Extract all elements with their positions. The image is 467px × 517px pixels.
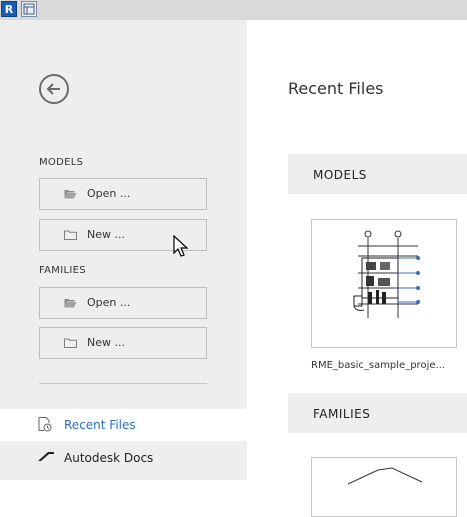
nav-recent-files[interactable]: Recent Files xyxy=(0,409,247,441)
main-content: Recent Files MODELS RME_basic_sample_pro… xyxy=(247,20,467,517)
families-section-label: FAMILIES xyxy=(39,265,86,276)
families-open-button[interactable]: Open ... xyxy=(39,287,207,319)
nav-autodesk-docs[interactable]: Autodesk Docs xyxy=(0,442,247,474)
nav-recent-files-label: Recent Files xyxy=(64,418,136,432)
page-title: Recent Files xyxy=(288,79,384,98)
revit-logo-icon[interactable]: R xyxy=(1,1,17,17)
families-header: FAMILIES xyxy=(288,393,467,433)
sidebar: MODELS Open ... New ... FAMILIES Open ..… xyxy=(0,20,247,480)
family-preview-image xyxy=(347,467,423,485)
models-header: MODELS xyxy=(288,154,467,194)
families-new-button[interactable]: New ... xyxy=(39,327,207,359)
recent-model-caption[interactable]: RME_basic_sample_proje... xyxy=(311,360,445,371)
mouse-cursor-icon xyxy=(173,235,189,257)
new-folder-icon xyxy=(64,338,77,348)
recent-family-thumbnail[interactable] xyxy=(311,457,457,517)
models-section-label: MODELS xyxy=(39,157,84,168)
model-preview-image xyxy=(353,230,420,318)
open-folder-icon xyxy=(64,299,77,308)
models-new-label: New ... xyxy=(87,228,125,241)
back-button[interactable] xyxy=(39,74,69,104)
title-bar: R xyxy=(0,0,467,20)
recent-files-icon xyxy=(38,417,52,432)
families-header-label: FAMILIES xyxy=(313,407,371,421)
models-open-label: Open ... xyxy=(87,187,131,200)
open-folder-icon xyxy=(64,190,77,199)
nav-autodesk-docs-label: Autodesk Docs xyxy=(64,451,154,465)
models-header-label: MODELS xyxy=(313,168,367,182)
arrow-left-circle-icon xyxy=(46,83,60,95)
new-folder-icon xyxy=(64,230,77,240)
families-new-label: New ... xyxy=(87,336,125,349)
autodesk-docs-icon xyxy=(38,452,54,461)
families-open-label: Open ... xyxy=(87,296,131,309)
models-open-button[interactable]: Open ... xyxy=(39,178,207,210)
sidebar-divider xyxy=(39,383,207,384)
recent-model-thumbnail[interactable] xyxy=(311,219,457,348)
panel-icon[interactable] xyxy=(21,1,37,17)
